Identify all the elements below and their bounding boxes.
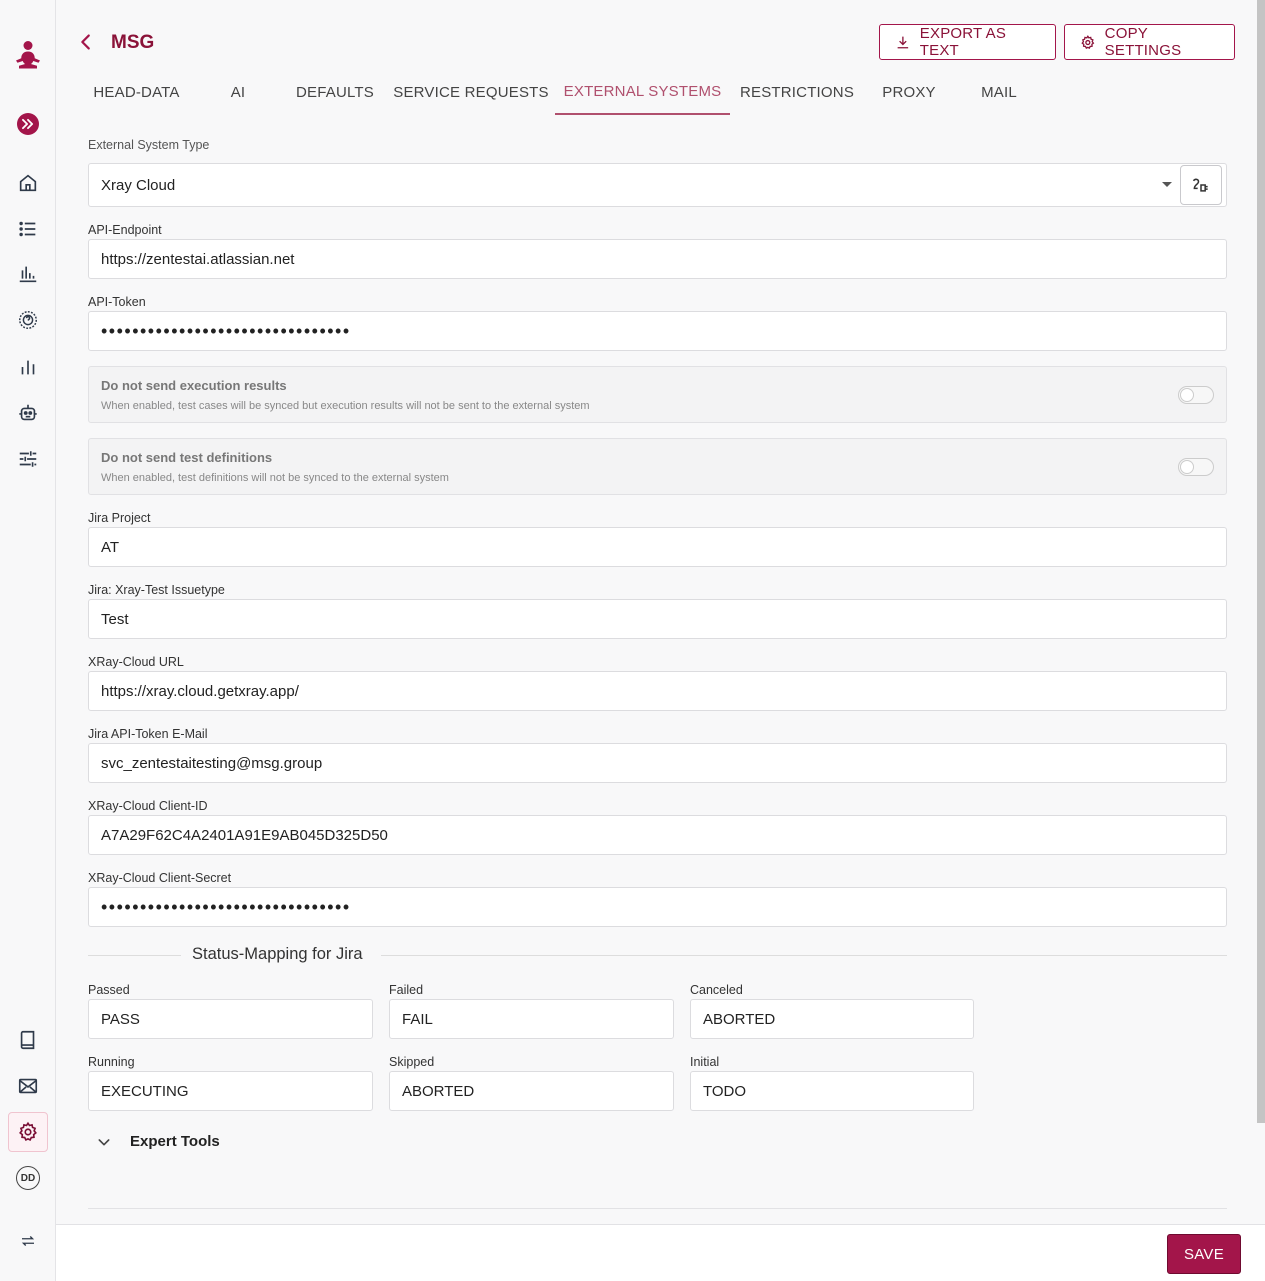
- client-secret-input[interactable]: ••••••••••••••••••••••••••••••••: [88, 887, 1227, 927]
- analytics-icon[interactable]: [8, 254, 48, 294]
- footer-bar: SAVE: [56, 1224, 1265, 1281]
- system-type-label: External System Type: [88, 138, 210, 152]
- client-id-input[interactable]: A7A29F62C4A2401A91E9AB045D325D50: [88, 815, 1227, 855]
- user-avatar[interactable]: DD: [8, 1158, 48, 1198]
- tab-external-systems[interactable]: EXTERNAL SYSTEMS: [555, 70, 730, 115]
- settings-tabs: HEAD-DATA AI DEFAULTS SERVICE REQUESTS E…: [80, 70, 1044, 115]
- client-id-label: XRay-Cloud Client-ID: [88, 799, 208, 813]
- tab-mail[interactable]: MAIL: [954, 70, 1044, 115]
- tab-head-data[interactable]: HEAD-DATA: [80, 70, 193, 115]
- system-type-select[interactable]: Xray Cloud: [88, 163, 1227, 207]
- book-icon[interactable]: [8, 1020, 48, 1060]
- no-test-defs-toggle-row: Do not send test definitions When enable…: [88, 438, 1227, 495]
- xray-url-label: XRay-Cloud URL: [88, 655, 184, 669]
- no-test-defs-switch[interactable]: [1178, 458, 1214, 476]
- robot-icon[interactable]: [8, 393, 48, 433]
- back-arrow-icon[interactable]: [74, 30, 98, 54]
- tab-ai[interactable]: AI: [193, 70, 283, 115]
- tab-defaults[interactable]: DEFAULTS: [283, 70, 387, 115]
- token-email-input[interactable]: svc_zentestaitesting@msg.group: [88, 743, 1227, 783]
- mail-icon[interactable]: [8, 1066, 48, 1106]
- canceled-input[interactable]: ABORTED: [690, 999, 974, 1039]
- tab-service-requests[interactable]: SERVICE REQUESTS: [387, 70, 555, 115]
- canceled-label: Canceled: [690, 983, 743, 997]
- failed-input[interactable]: FAIL: [389, 999, 674, 1039]
- client-secret-label: XRay-Cloud Client-Secret: [88, 871, 232, 885]
- expand-sidebar-icon[interactable]: [8, 104, 48, 144]
- running-input[interactable]: EXECUTING: [88, 1071, 373, 1111]
- avatar-initials: DD: [16, 1166, 40, 1190]
- download-icon: [897, 36, 909, 48]
- bar-chart-icon[interactable]: [8, 347, 48, 387]
- no-exec-results-title: Do not send execution results: [101, 378, 287, 393]
- swap-icon[interactable]: [8, 1221, 48, 1261]
- tab-proxy[interactable]: PROXY: [864, 70, 954, 115]
- passed-input[interactable]: PASS: [88, 999, 373, 1039]
- meditation-logo-icon[interactable]: [8, 36, 48, 76]
- token-email-label: Jira API-Token E-Mail: [88, 727, 208, 741]
- tab-restrictions[interactable]: RESTRICTIONS: [730, 70, 864, 115]
- jira-project-input[interactable]: AT: [88, 527, 1227, 567]
- jira-project-label: Jira Project: [88, 511, 151, 525]
- section-divider-left: [88, 955, 181, 956]
- api-endpoint-input[interactable]: https://zentestai.atlassian.net: [88, 239, 1227, 279]
- issuetype-label: Jira: Xray-Test Issuetype: [88, 583, 225, 597]
- sidebar: DD: [0, 0, 56, 1281]
- no-test-defs-title: Do not send test definitions: [101, 450, 273, 465]
- chevron-down-icon: [98, 1138, 110, 1145]
- api-endpoint-label: API-Endpoint: [88, 223, 162, 237]
- api-token-input[interactable]: ••••••••••••••••••••••••••••••••: [88, 311, 1227, 351]
- passed-label: Passed: [88, 983, 130, 997]
- save-button[interactable]: SAVE: [1167, 1234, 1241, 1274]
- scrollbar[interactable]: [1257, 0, 1265, 1123]
- running-label: Running: [88, 1055, 135, 1069]
- skipped-input[interactable]: ABORTED: [389, 1071, 674, 1111]
- no-exec-results-toggle-row: Do not send execution results When enabl…: [88, 366, 1227, 423]
- chevron-down-icon: [1162, 182, 1172, 187]
- initial-input[interactable]: TODO: [690, 1071, 974, 1111]
- no-exec-results-desc: When enabled, test cases will be synced …: [101, 400, 590, 412]
- xray-url-input[interactable]: https://xray.cloud.getxray.app/: [88, 671, 1227, 711]
- export-as-text-button[interactable]: EXPORT AS TEXT: [879, 24, 1056, 60]
- expert-tools-label: Expert Tools: [130, 1133, 220, 1150]
- status-mapping-title: Status-Mapping for Jira: [192, 945, 363, 963]
- plug-icon: [1192, 178, 1208, 192]
- tune-icon[interactable]: [8, 439, 48, 479]
- export-label: EXPORT AS TEXT: [919, 25, 1007, 59]
- list-icon[interactable]: [8, 209, 48, 249]
- settings-icon[interactable]: [8, 1112, 48, 1152]
- page-title: MSG: [111, 32, 155, 53]
- system-type-value: Xray Cloud: [101, 176, 176, 194]
- api-token-label: API-Token: [88, 295, 146, 309]
- no-exec-results-switch[interactable]: [1178, 386, 1214, 404]
- skipped-label: Skipped: [389, 1055, 435, 1069]
- copy-settings-label: COPY SETTINGS: [1104, 25, 1182, 59]
- issuetype-input[interactable]: Test: [88, 599, 1227, 639]
- expert-tools-toggle[interactable]: Expert Tools: [96, 1133, 220, 1150]
- gear-icon: [1081, 34, 1095, 49]
- section-divider-right: [381, 955, 1227, 956]
- copy-settings-button[interactable]: COPY SETTINGS: [1064, 24, 1235, 60]
- support-icon[interactable]: [8, 300, 48, 340]
- initial-label: Initial: [690, 1055, 720, 1069]
- failed-label: Failed: [389, 983, 424, 997]
- no-test-defs-desc: When enabled, test definitions will not …: [101, 472, 449, 484]
- home-icon[interactable]: [8, 163, 48, 203]
- content-divider: [88, 1208, 1227, 1209]
- test-connection-button[interactable]: [1180, 165, 1222, 205]
